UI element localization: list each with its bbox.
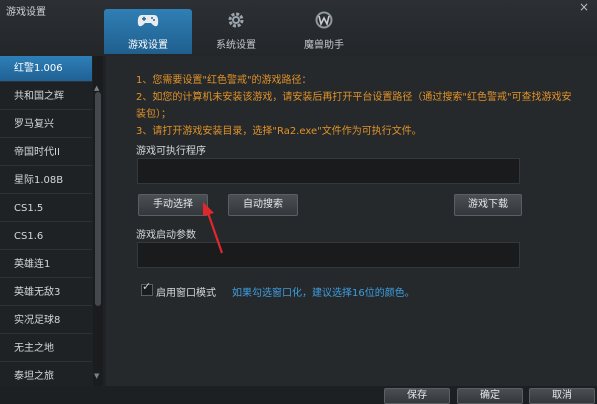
window-title: 游戏设置	[6, 7, 46, 18]
sidebar-item-game[interactable]: 无主之地	[0, 336, 92, 362]
gamepad-icon	[104, 10, 192, 32]
sidebar-item-game[interactable]: 星际1.08B	[0, 168, 92, 194]
save-button[interactable]: 保存	[384, 388, 450, 404]
tab-warcraft-assistant[interactable]: 魔兽助手	[280, 9, 368, 54]
sidebar-item-game[interactable]: 实况足球8	[0, 308, 92, 334]
scrollbar-thumb[interactable]	[95, 92, 101, 306]
sidebar-scrollbar[interactable]: ▲ ▼	[93, 56, 103, 386]
title-bar: 游戏设置 × 游戏设置 系统设置 魔兽助手	[0, 0, 597, 56]
tab-game-settings[interactable]: 游戏设置	[104, 9, 192, 54]
close-icon[interactable]: ×	[577, 1, 591, 13]
ok-button[interactable]: 确定	[457, 388, 523, 404]
annotation-arrow-icon	[203, 202, 224, 254]
settings-window: 游戏设置 × 游戏设置 系统设置 魔兽助手 红警1.006 共和国之辉 罗马复兴…	[0, 0, 597, 404]
sidebar-item-game[interactable]: 英雄连1	[0, 252, 92, 278]
sidebar-item-game[interactable]: CS1.5	[0, 196, 92, 222]
game-list: 红警1.006 共和国之辉 罗马复兴 帝国时代II 星际1.08B CS1.5 …	[0, 56, 103, 386]
sidebar-item-game[interactable]: 英雄无敌3	[0, 280, 92, 306]
tab-warcraft-assistant-label: 魔兽助手	[304, 40, 344, 51]
cancel-button[interactable]: 取消	[529, 388, 595, 404]
sidebar-item-game[interactable]: CS1.6	[0, 224, 92, 250]
scroll-up-icon[interactable]: ▲	[94, 84, 99, 92]
tab-system-settings[interactable]: 系统设置	[192, 9, 280, 54]
sidebar-item-game[interactable]: 泰坦之旅	[0, 364, 92, 386]
tab-system-settings-label: 系统设置	[216, 40, 256, 51]
game-settings-panel: 1、您需要设置"红色警戒"的游戏路径： 2、如您的计算机未安装该游戏，请安装后再…	[106, 56, 597, 386]
warcraft-logo-icon	[280, 10, 368, 32]
sidebar-item-game[interactable]: 罗马复兴	[0, 112, 92, 138]
scroll-down-icon[interactable]: ▼	[94, 372, 99, 380]
sidebar-item-game[interactable]: 帝国时代II	[0, 140, 92, 166]
sidebar-item-game[interactable]: 红警1.006	[0, 56, 92, 82]
tab-game-settings-label: 游戏设置	[128, 40, 168, 51]
sidebar-item-game[interactable]: 共和国之辉	[0, 84, 92, 110]
gear-icon	[192, 10, 280, 32]
